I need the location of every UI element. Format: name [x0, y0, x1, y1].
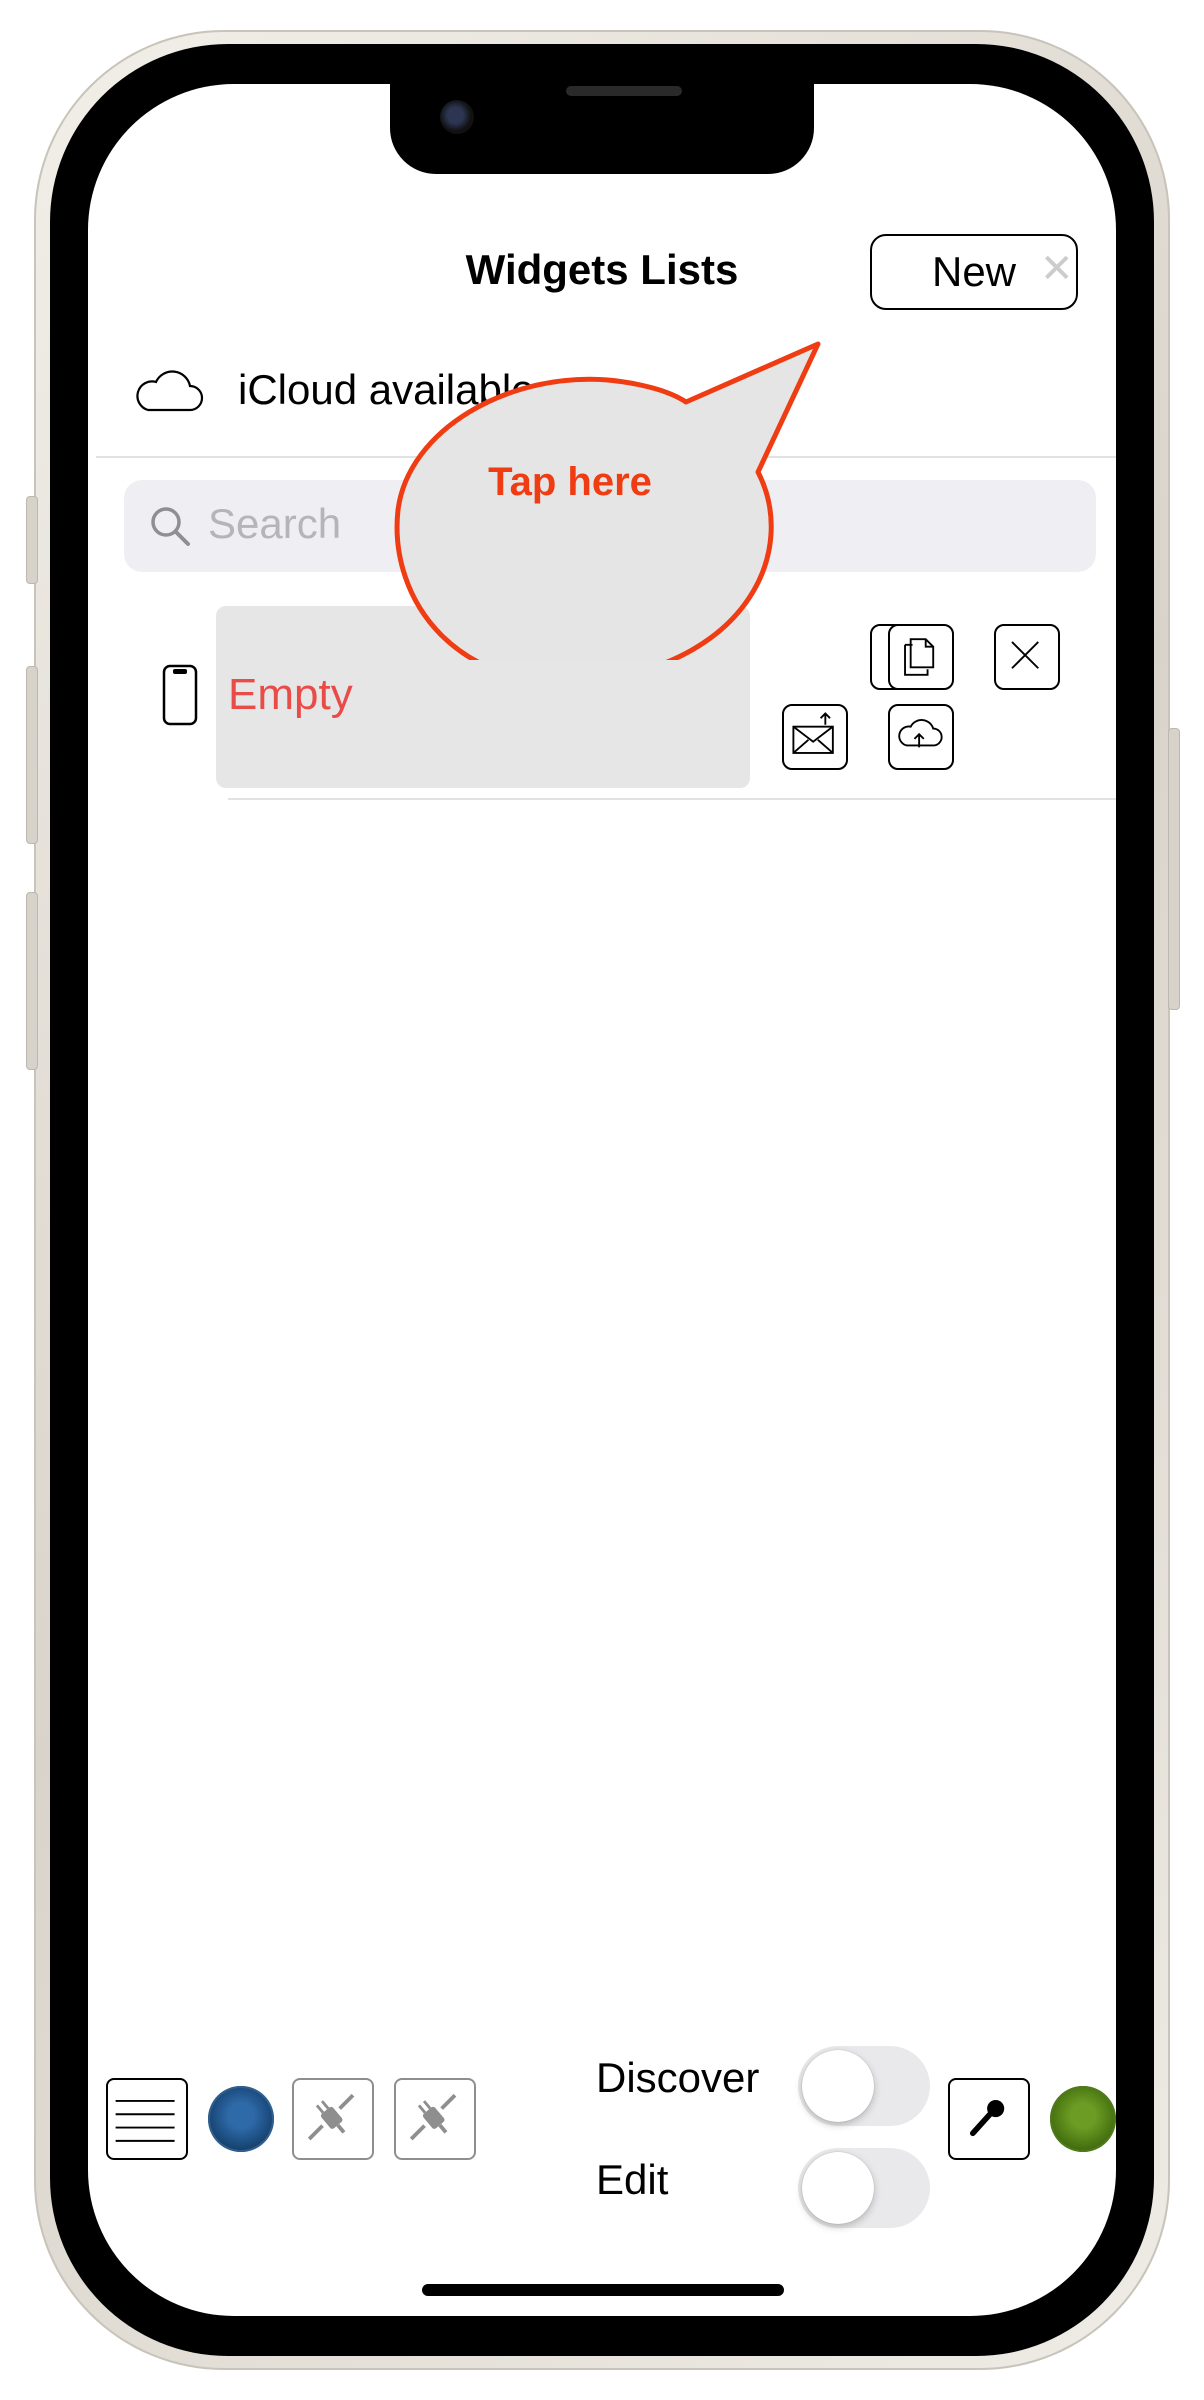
- microphone-button[interactable]: [948, 2078, 1030, 2160]
- search-icon: [151, 507, 190, 546]
- status-indicator-blue: [208, 2086, 274, 2152]
- disconnect-button[interactable]: [394, 2078, 476, 2160]
- notch: [390, 84, 814, 174]
- discover-toggle[interactable]: [798, 2046, 930, 2126]
- close-icon: ✕: [1040, 247, 1074, 291]
- list-item-label: Empty: [228, 670, 353, 719]
- menu-icon: [115, 2099, 175, 2142]
- speaker-grille: [566, 86, 682, 96]
- edit-toggle[interactable]: [798, 2148, 930, 2228]
- cloud-icon: [136, 370, 204, 412]
- discover-label: Discover: [596, 2054, 760, 2101]
- tooltip-callout: [394, 341, 821, 660]
- toggle-knob: [802, 2152, 874, 2224]
- close-icon: [1011, 641, 1039, 669]
- status-indicator-green: [1050, 2086, 1116, 2152]
- connect-button[interactable]: [292, 2078, 374, 2160]
- row-divider: [228, 798, 1116, 800]
- home-indicator: [422, 2284, 784, 2296]
- cloud-upload-button[interactable]: [888, 704, 954, 770]
- microphone-icon: [969, 2099, 1005, 2137]
- menu-button[interactable]: [106, 2078, 188, 2160]
- mail-export-icon: [792, 712, 834, 754]
- edit-label: Edit: [596, 2156, 669, 2203]
- mail-export-button[interactable]: [782, 704, 848, 770]
- camera-icon: [440, 100, 474, 134]
- toggle-knob: [802, 2050, 874, 2122]
- plug-icon: [409, 2093, 457, 2141]
- volume-up-button: [26, 666, 38, 844]
- mute-switch: [26, 496, 38, 584]
- delete-button[interactable]: [994, 624, 1060, 690]
- cloud-upload-icon: [898, 719, 943, 748]
- plug-icon: [307, 2093, 355, 2141]
- tooltip-text: Tap here: [488, 460, 652, 504]
- phone-icon: [162, 664, 198, 726]
- power-button: [1168, 728, 1180, 1010]
- volume-down-button: [26, 892, 38, 1070]
